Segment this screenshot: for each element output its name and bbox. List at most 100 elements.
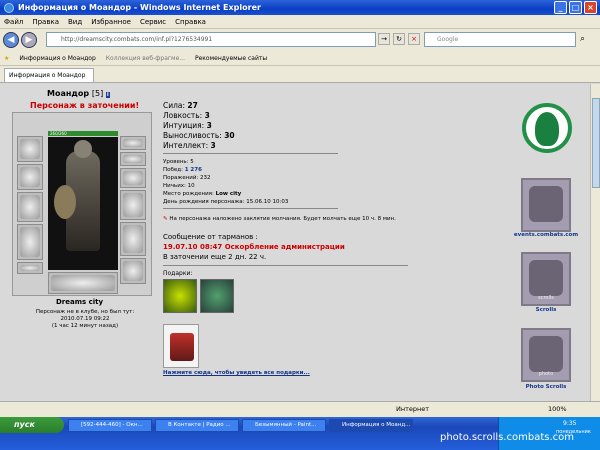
- menu-favorites[interactable]: Избранное: [91, 18, 131, 26]
- scrollbar[interactable]: [590, 84, 600, 401]
- gifts-label: Подарки:: [163, 270, 193, 277]
- taskbar-item[interactable]: [592-444-460] - Окн...: [68, 419, 152, 432]
- character-name-text: Моандор: [47, 89, 90, 98]
- city-info: Персонаж не в клубе, но был тут: 2010.07…: [20, 309, 150, 330]
- city-title: Dreams city: [56, 298, 104, 306]
- intellect-value: 3: [210, 141, 216, 150]
- search-input[interactable]: Google: [424, 32, 576, 47]
- losses-text: Поражений: 232: [163, 175, 211, 181]
- message-head: Сообщение от тарманов :: [163, 233, 258, 241]
- divider: [163, 208, 338, 209]
- belt-slot[interactable]: [17, 262, 43, 274]
- intuition-label: Интуиция:: [163, 121, 205, 130]
- city-line3: (1 час 12 минут назад): [51, 323, 119, 329]
- start-button[interactable]: пуск: [0, 417, 64, 433]
- divider: [163, 153, 338, 154]
- agility-value: 3: [204, 111, 210, 120]
- window-controls: _ □ ×: [554, 1, 597, 14]
- rings-slot[interactable]: [120, 168, 146, 188]
- hp-bar: 260/260: [48, 131, 118, 136]
- favorites-bar: ★ Информация о Моандор Коллекция веб-фра…: [0, 51, 600, 66]
- knight-head: [74, 140, 92, 158]
- address-input[interactable]: http://dreamscity.combats.com/inf.pl?127…: [46, 32, 376, 47]
- city-line1: Персонаж не в клубе, но был тут:: [35, 309, 135, 315]
- minimize-button[interactable]: _: [554, 1, 567, 14]
- gift-item[interactable]: [163, 279, 197, 313]
- character-name: Моандор [5] i: [47, 89, 110, 98]
- refresh-icon[interactable]: ↻: [393, 33, 405, 45]
- favorite-item[interactable]: Рекомендуемые сайты: [195, 55, 267, 62]
- silence-notice: ✎ На персонажа наложено заклятие молчани…: [163, 216, 396, 222]
- jail-time: В заточении еще 2 дн. 22 ч.: [163, 253, 267, 261]
- tab-active[interactable]: Информация о Моандор: [4, 68, 95, 82]
- silence-icon: ✎: [163, 216, 168, 222]
- menu-help[interactable]: Справка: [175, 18, 206, 26]
- silence-text: На персонажа наложено заклятие молчания.…: [169, 216, 396, 222]
- amulet-slot[interactable]: [120, 152, 146, 166]
- endurance-value: 30: [224, 131, 235, 140]
- character-figure: [48, 137, 118, 270]
- zone-text: Интернет: [396, 405, 430, 413]
- menu-edit[interactable]: Правка: [32, 18, 59, 26]
- tab-bar: Информация о Моандор: [0, 66, 600, 83]
- photo-badge[interactable]: photo: [521, 328, 571, 382]
- address-bar: ◀ ▶ http://dreamscity.combats.com/inf.pl…: [0, 29, 600, 51]
- scrolls-badge[interactable]: scrolls: [521, 252, 571, 306]
- divider: [163, 265, 408, 266]
- back-button[interactable]: ◀: [3, 32, 19, 48]
- favorites-star-icon[interactable]: ★: [4, 55, 9, 62]
- wins-label: Побед:: [163, 167, 183, 173]
- taskbar-item[interactable]: Безымянный - Paint...: [242, 419, 326, 432]
- favorite-item[interactable]: Коллекция веб-фрагме...: [106, 55, 185, 62]
- menu-file[interactable]: Файл: [4, 18, 23, 26]
- stop-icon[interactable]: ×: [408, 33, 420, 45]
- birthday-text: День рождения персонажа: 15.06.10 10:03: [163, 199, 289, 205]
- birthplace-label: Место рождения:: [163, 191, 214, 197]
- forward-button[interactable]: ▶: [21, 32, 37, 48]
- misc-slots[interactable]: [48, 272, 118, 294]
- favorite-item[interactable]: Информация о Моандор: [19, 55, 95, 62]
- gift-bag-image[interactable]: [163, 324, 199, 368]
- all-gifts-link[interactable]: Нажмите сюда, чтобы увидеть все подарки.…: [163, 370, 310, 376]
- scrolls-link[interactable]: Scrolls: [511, 307, 581, 313]
- bracers-slot[interactable]: [17, 164, 43, 190]
- shield-slot[interactable]: [120, 222, 146, 256]
- strength-label: Сила:: [163, 101, 186, 110]
- go-icon[interactable]: →: [378, 33, 390, 45]
- window-title: Информация о Моандор - Windows Internet …: [18, 3, 261, 12]
- gift-item[interactable]: [200, 279, 234, 313]
- search-icon[interactable]: ⌕: [580, 34, 585, 44]
- agility-label: Ловкость:: [163, 111, 203, 120]
- boots-slot[interactable]: [120, 258, 146, 284]
- scrolls-badge-text: scrolls: [538, 295, 554, 301]
- weapon-slot[interactable]: [17, 192, 43, 222]
- maximize-button[interactable]: □: [569, 1, 582, 14]
- taskbar-item[interactable]: В Контакте | Радио ...: [155, 419, 239, 432]
- menu-view[interactable]: Вид: [68, 18, 82, 26]
- scroll-thumb[interactable]: [592, 98, 600, 188]
- zoom-level[interactable]: 100%: [548, 405, 567, 413]
- clock[interactable]: 9:35: [563, 420, 576, 427]
- status-bar: Интернет 100%: [0, 401, 600, 417]
- intellect-label: Интеллект:: [163, 141, 209, 150]
- menu-tools[interactable]: Сервис: [140, 18, 166, 26]
- clan-emblem[interactable]: [522, 103, 572, 153]
- watermark: photo.scrolls.combats.com: [440, 432, 575, 443]
- prison-status: Персонаж в заточении!: [30, 101, 140, 110]
- knight-shield: [54, 185, 76, 219]
- photo-scrolls-link[interactable]: Photo Scrolls: [511, 384, 581, 390]
- helmet-slot[interactable]: [17, 136, 43, 162]
- taskbar-item-active[interactable]: Информация о Моанд...: [329, 419, 413, 432]
- wins-value: 1 276: [184, 167, 202, 173]
- events-link[interactable]: events.combats.com: [511, 232, 581, 238]
- info-icon[interactable]: i: [106, 92, 110, 98]
- armor-slot[interactable]: [17, 224, 43, 260]
- window-titlebar[interactable]: Информация о Моандор - Windows Internet …: [0, 0, 600, 15]
- gloves-slot[interactable]: [120, 190, 146, 220]
- earring-slot[interactable]: [120, 136, 146, 150]
- character-level: [5]: [91, 89, 104, 98]
- endurance-label: Выносливость:: [163, 131, 222, 140]
- close-button[interactable]: ×: [584, 1, 597, 14]
- strength-value: 27: [187, 101, 198, 110]
- events-badge[interactable]: [521, 178, 571, 232]
